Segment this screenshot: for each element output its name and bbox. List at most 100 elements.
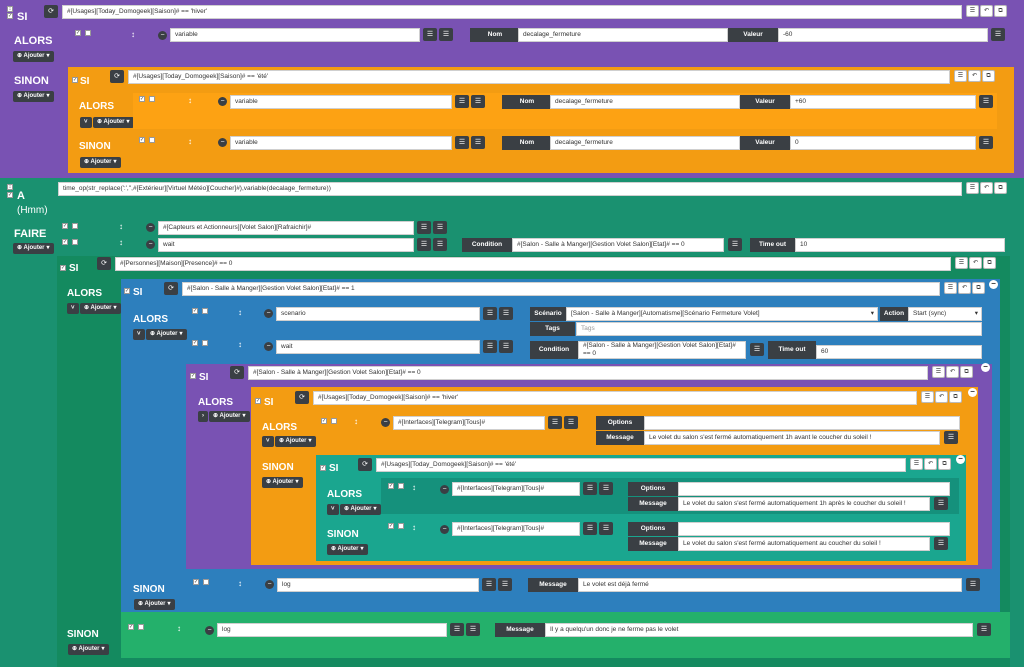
list-icon[interactable]: ☰: [966, 182, 979, 194]
list-icon[interactable]: ☰: [955, 257, 968, 269]
row-checkbox[interactable]: ✓: [388, 483, 394, 489]
remove-icon[interactable]: −: [218, 138, 227, 147]
si-checkbox[interactable]: ✓: [255, 398, 261, 404]
copy-icon[interactable]: ⧉: [983, 257, 996, 269]
undo-icon[interactable]: ↶: [980, 182, 993, 194]
si-checkbox[interactable]: ✓: [124, 288, 130, 294]
drag-icon[interactable]: ↕: [412, 483, 416, 492]
ajouter-button[interactable]: ˅: [133, 329, 145, 340]
undo-icon[interactable]: ↶: [980, 5, 993, 17]
command-input[interactable]: #[Interfaces][Telegram][Tous]#: [452, 482, 580, 496]
ajouter-button[interactable]: ›: [198, 411, 208, 422]
list-icon[interactable]: ☰: [483, 307, 497, 320]
action-kind-input[interactable]: variable: [230, 136, 452, 150]
copy-icon[interactable]: ⧉: [994, 5, 1007, 17]
list-icon[interactable]: ☰: [750, 343, 764, 356]
list-icon[interactable]: ☰: [433, 221, 447, 234]
drag-icon[interactable]: ↕: [354, 417, 358, 426]
ajouter-button[interactable]: ⊕ Ajouter ▾: [327, 544, 368, 555]
remove-icon[interactable]: −: [265, 580, 274, 589]
list-icon[interactable]: ☰: [921, 391, 934, 403]
list-icon[interactable]: ☰: [932, 366, 945, 378]
remove-icon[interactable]: −: [440, 485, 449, 494]
list-icon[interactable]: ☰: [599, 482, 613, 495]
ajouter-button[interactable]: ⊕ Ajouter ▾: [13, 91, 54, 102]
ajouter-button[interactable]: ⊕ Ajouter ▾: [146, 329, 187, 340]
copy-icon[interactable]: ⧉: [938, 458, 951, 470]
drag-icon[interactable]: ↕: [177, 624, 181, 633]
row-checkbox[interactable]: ✓: [128, 624, 134, 630]
drag-icon[interactable]: ↕: [412, 523, 416, 532]
si-inner-checkbox[interactable]: ✓: [72, 77, 78, 83]
action-kind-input[interactable]: wait: [158, 238, 414, 252]
message-input[interactable]: Le volet du salon s'est fermé automatiqu…: [678, 497, 930, 511]
row-checkbox[interactable]: ✓: [139, 137, 145, 143]
action-kind-input[interactable]: log: [277, 578, 479, 592]
si-top-checkbox[interactable]: ✓: [7, 13, 13, 19]
list-icon[interactable]: ☰: [944, 431, 958, 444]
valeur-input[interactable]: -60: [778, 28, 988, 42]
drag-icon[interactable]: ↕: [119, 238, 123, 247]
list-icon[interactable]: ☰: [499, 307, 513, 320]
action-kind-input[interactable]: wait: [276, 340, 480, 354]
action-kind-input[interactable]: variable: [230, 95, 452, 109]
list-icon[interactable]: ☰: [977, 623, 991, 636]
undo-icon[interactable]: ↶: [935, 391, 948, 403]
ajouter-button[interactable]: ˅: [67, 303, 79, 314]
list-icon[interactable]: ☰: [466, 623, 480, 636]
row-checkbox[interactable]: [202, 308, 208, 314]
collapse-icon[interactable]: −: [981, 363, 990, 372]
list-icon[interactable]: ☰: [439, 28, 453, 41]
si-presence-condition[interactable]: #[Personnes][Maison][Presence]# == 0: [115, 257, 951, 271]
refresh-icon[interactable]: ⟳: [164, 282, 178, 295]
drag-icon[interactable]: ↕: [238, 579, 242, 588]
list-icon[interactable]: ☰: [548, 416, 562, 429]
refresh-icon[interactable]: ⟳: [230, 366, 244, 379]
tags-input[interactable]: Tags: [576, 322, 982, 336]
undo-icon[interactable]: ↶: [969, 257, 982, 269]
remove-icon[interactable]: −: [146, 240, 155, 249]
copy-icon[interactable]: ⧉: [994, 182, 1007, 194]
ajouter-button[interactable]: ⊕ Ajouter ▾: [93, 117, 134, 128]
command-input[interactable]: #[Capteurs et Actionneurs][Volet Salon][…: [158, 221, 414, 235]
command-input[interactable]: #[Interfaces][Telegram][Tous]#: [393, 416, 545, 430]
list-icon[interactable]: ☰: [433, 238, 447, 251]
list-icon[interactable]: ☰: [966, 5, 979, 17]
drag-icon[interactable]: ↕: [188, 96, 192, 105]
list-icon[interactable]: ☰: [991, 28, 1005, 41]
si-etat0-condition[interactable]: #[Salon - Salle à Manger][Gestion Volet …: [248, 366, 928, 380]
si-top-grip[interactable]: ↕: [7, 6, 13, 12]
options-input[interactable]: [678, 522, 950, 536]
ajouter-button[interactable]: ⊕ Ajouter ▾: [80, 303, 121, 314]
list-icon[interactable]: ☰: [728, 238, 742, 251]
si-ete2-condition[interactable]: #[Usages][Today_Domogeek][Saison]# == 'é…: [376, 458, 906, 472]
list-icon[interactable]: ☰: [979, 95, 993, 108]
timeout-input[interactable]: 60: [816, 345, 982, 359]
action-kind-input[interactable]: log: [217, 623, 447, 637]
ajouter-button[interactable]: ˅: [327, 504, 339, 515]
valeur-input[interactable]: +60: [790, 95, 976, 109]
si-hiver2-condition[interactable]: #[Usages][Today_Domogeek][Saison]# == 'h…: [313, 391, 917, 405]
si-etat1-condition[interactable]: #[Salon - Salle à Manger][Gestion Volet …: [182, 282, 940, 296]
list-icon[interactable]: ☰: [979, 136, 993, 149]
nom-input[interactable]: decalage_fermeture: [550, 136, 740, 150]
row-checkbox[interactable]: [149, 137, 155, 143]
list-icon[interactable]: ☰: [423, 28, 437, 41]
ajouter-button[interactable]: ⊕ Ajouter ▾: [209, 411, 250, 422]
drag-icon[interactable]: ↕: [238, 308, 242, 317]
row-checkbox[interactable]: ✓: [388, 523, 394, 529]
remove-icon[interactable]: −: [264, 342, 273, 351]
ajouter-button[interactable]: ⊕ Ajouter ▾: [80, 157, 121, 168]
copy-icon[interactable]: ⧉: [982, 70, 995, 82]
row-checkbox[interactable]: [203, 579, 209, 585]
timeout-input[interactable]: 10: [795, 238, 1005, 252]
row-checkbox[interactable]: [149, 96, 155, 102]
list-icon[interactable]: ☰: [498, 578, 512, 591]
condition-input[interactable]: #[Salon - Salle à Manger][Gestion Volet …: [578, 341, 746, 359]
message-input[interactable]: Le volet du salon s'est fermé automatiqu…: [644, 431, 940, 445]
list-icon[interactable]: ☰: [583, 482, 597, 495]
undo-icon[interactable]: ↶: [924, 458, 937, 470]
remove-icon[interactable]: −: [146, 223, 155, 232]
remove-icon[interactable]: −: [218, 97, 227, 106]
row-checkbox[interactable]: [331, 418, 337, 424]
